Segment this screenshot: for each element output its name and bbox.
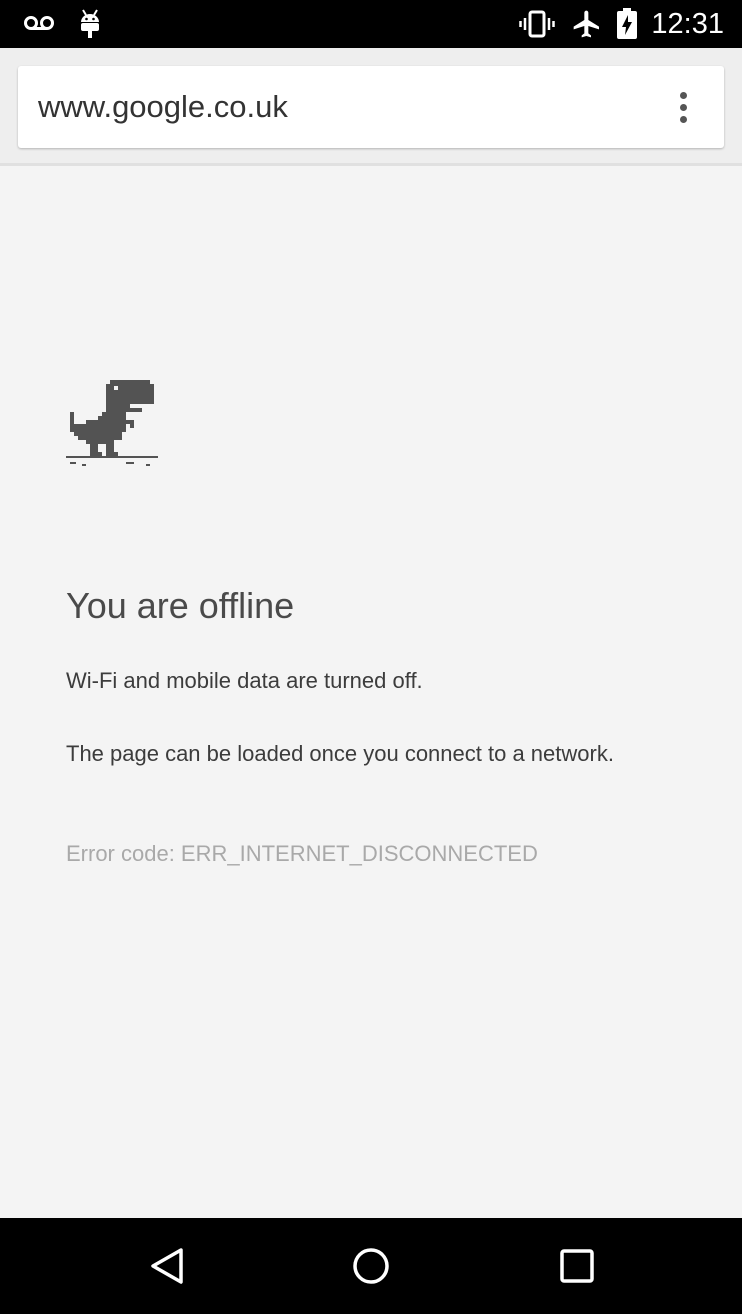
home-icon[interactable] xyxy=(347,1242,395,1290)
vibrate-icon xyxy=(518,8,556,40)
error-message-2: The page can be loaded once you connect … xyxy=(66,741,614,766)
dino-icon xyxy=(66,380,158,477)
error-page: You are offline Wi-Fi and mobile data ar… xyxy=(0,166,742,1218)
status-bar: 12:31 xyxy=(0,0,742,48)
error-title: You are offline xyxy=(66,585,295,626)
android-debug-icon xyxy=(76,8,104,40)
voicemail-icon xyxy=(20,8,58,40)
browser-toolbar: www.google.co.uk xyxy=(0,48,742,166)
error-message-1: Wi-Fi and mobile data are turned off. xyxy=(66,668,423,693)
more-vert-icon[interactable] xyxy=(660,84,706,130)
battery-charging-icon xyxy=(614,8,640,40)
back-icon[interactable] xyxy=(143,1242,191,1290)
menu-dot xyxy=(679,103,687,111)
url-text[interactable]: www.google.co.uk xyxy=(38,86,288,128)
omnibox[interactable]: www.google.co.uk xyxy=(18,66,724,148)
status-time: 12:31 xyxy=(651,8,724,40)
menu-dot xyxy=(679,91,687,99)
airplane-mode-icon xyxy=(570,8,604,40)
navigation-bar xyxy=(0,1218,742,1314)
browser-screen: 12:31 www.google.co.uk You are offline W… xyxy=(0,0,742,1314)
menu-dot xyxy=(679,115,687,123)
error-code: Error code: ERR_INTERNET_DISCONNECTED xyxy=(66,841,538,866)
recents-icon[interactable] xyxy=(553,1242,601,1290)
